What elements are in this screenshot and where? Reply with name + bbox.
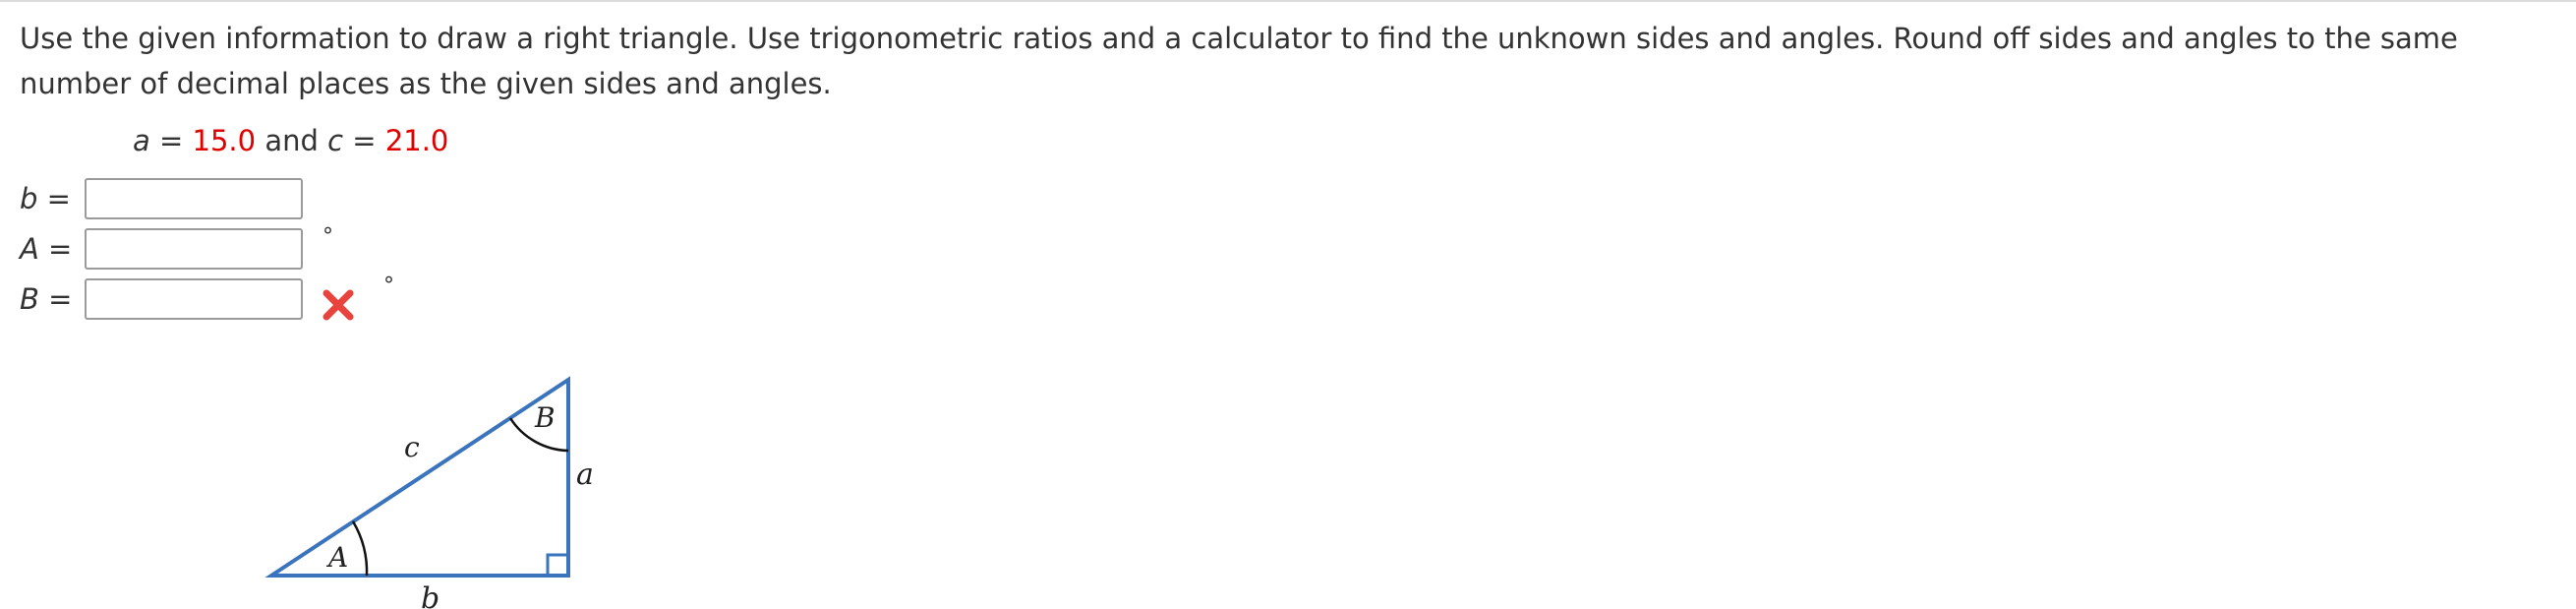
given-c-value: 21.0 — [384, 124, 449, 157]
label-b: b — [421, 581, 439, 609]
triangle-outline — [264, 376, 570, 578]
question-text: Use the given information to draw a righ… — [20, 22, 2458, 100]
right-triangle-figure: c a b A B — [264, 376, 594, 609]
answer-label-b: b = — [20, 182, 71, 215]
given-a-var: a — [133, 124, 150, 157]
label-c: c — [404, 431, 420, 463]
given-a-value: 15.0 — [192, 124, 257, 157]
answer-input-A[interactable] — [85, 228, 303, 270]
given-values: a = 15.0 and c = 21.0 — [133, 119, 448, 162]
answer-label-B: B = — [20, 282, 73, 316]
label-a: a — [576, 457, 594, 492]
given-eq-1: = — [149, 124, 193, 157]
angle-A-arc — [351, 520, 369, 577]
answer-input-b[interactable] — [85, 178, 303, 219]
label-B: B — [534, 401, 556, 434]
top-divider — [0, 0, 2576, 2]
given-c-var: c — [327, 124, 344, 157]
answer-input-B[interactable] — [85, 278, 303, 320]
right-angle-marker — [546, 553, 570, 578]
answer-row-B: B = — [20, 274, 303, 324]
answer-row-b: b = — [20, 174, 303, 223]
answer-label-A: A = — [20, 232, 73, 266]
answer-row-A: A = — [20, 224, 303, 274]
degree-unit-B: ° — [383, 274, 394, 298]
given-eq-2: = — [343, 124, 385, 157]
given-and: and — [256, 124, 328, 157]
label-A: A — [325, 541, 348, 574]
degree-unit-A: ° — [322, 224, 333, 249]
incorrect-x-mark-icon — [322, 289, 354, 321]
